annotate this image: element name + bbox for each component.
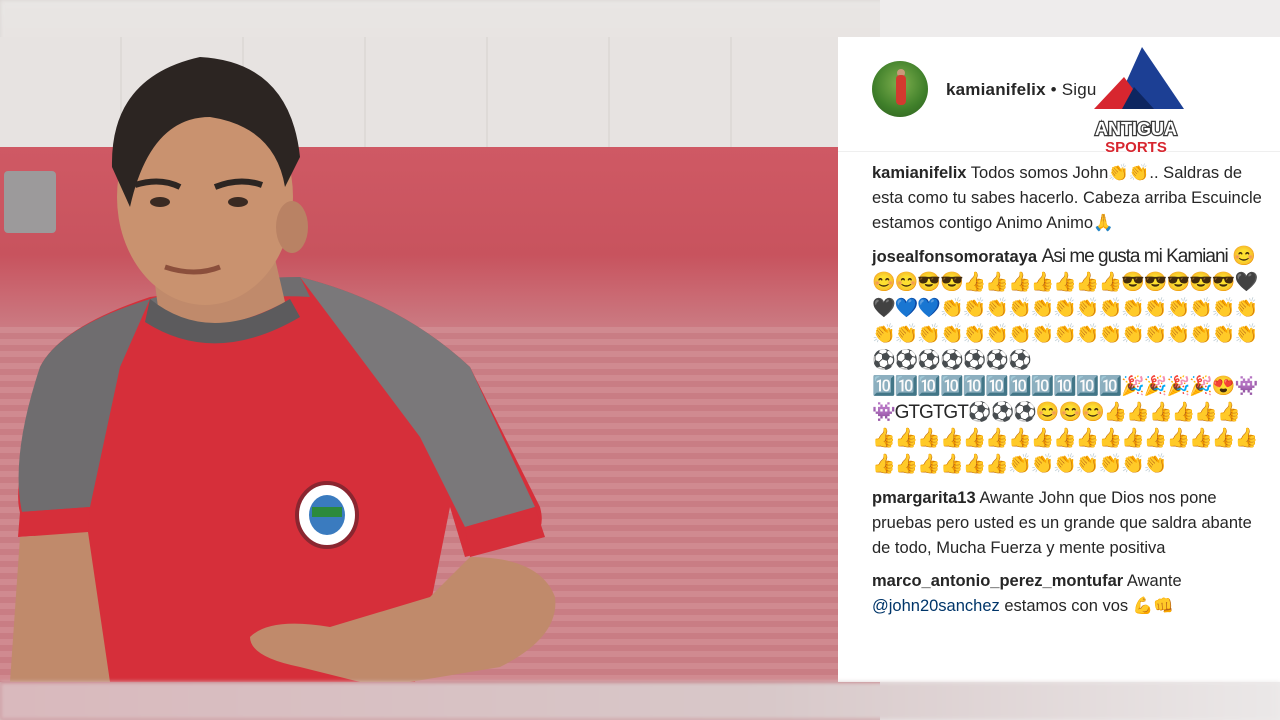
comment: kamianifelix Todos somos John👏👏.. Saldra… [872, 161, 1262, 236]
logo-line2: SPORTS [1105, 139, 1167, 156]
comment: josealfonsomorataya Asi me gusta mi Kami… [872, 244, 1262, 478]
player-photo [0, 37, 838, 682]
bottom-blur-strip [0, 682, 1280, 720]
comment-mention[interactable]: @john20sanchez [872, 597, 1000, 615]
avatar-figure [896, 75, 906, 105]
avatar[interactable] [872, 61, 928, 117]
post-header: kamianifelix • Sigu [838, 37, 1280, 152]
comments-list: kamianifelix Todos somos John👏👏.. Saldra… [872, 161, 1262, 627]
comment-text: Awante [1126, 572, 1182, 590]
comment-username[interactable]: marco_antonio_perez_montufar [872, 572, 1123, 590]
comment-username[interactable]: kamianifelix [872, 164, 966, 182]
logo-line1: ANTIGUA [1095, 119, 1177, 139]
comment-text-2: estamos con vos 💪👊 [1004, 597, 1174, 615]
comment-username[interactable]: josealfonsomorataya [872, 248, 1037, 266]
player-figure [10, 57, 556, 682]
comment: marco_antonio_perez_montufar Awante @joh… [872, 569, 1262, 619]
post-username[interactable]: kamianifelix [946, 80, 1046, 99]
antigua-sports-logo: ANTIGUA SPORTS [1094, 47, 1184, 157]
comment: pmargarita13 Awante John que Dios nos po… [872, 486, 1262, 561]
instagram-post-panel: kamianifelix • Sigu ANTIGUA SPORTS kamia… [838, 37, 1280, 682]
comment-text: Asi me gusta mi Kamiani 😊😊😊😎😎👍👍👍👍👍👍👍😎😎😎😎… [872, 246, 1258, 475]
comment-username[interactable]: pmargarita13 [872, 489, 976, 507]
